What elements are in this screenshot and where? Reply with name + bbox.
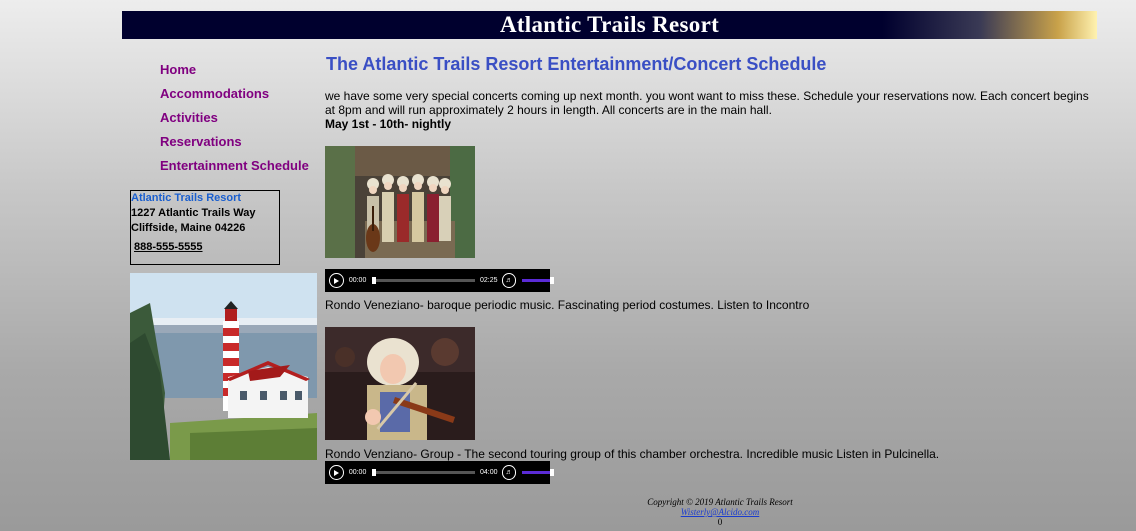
nav-accommodations-link[interactable]: Accommodations (160, 86, 309, 110)
audio-player: 00:00 02:25 ♬ (325, 269, 554, 292)
site-title: Atlantic Trails Resort (499, 12, 720, 37)
seek-bar[interactable] (372, 277, 475, 284)
play-button[interactable] (329, 465, 344, 480)
nav-activities-link[interactable]: Activities (160, 110, 309, 134)
page-heading: The Atlantic Trails Resort Entertainment… (326, 54, 827, 74)
play-button[interactable] (329, 273, 344, 288)
address-box: Atlantic Trails Resort 1227 Atlantic Tra… (130, 190, 280, 265)
lighthouse-image (130, 273, 317, 460)
seek-bar[interactable] (372, 469, 475, 476)
duration: 04:00 (480, 469, 498, 476)
volume-icon[interactable]: ♬ (501, 465, 517, 480)
phone-link[interactable]: 888-555-5555 (131, 240, 279, 255)
nav-reservations-link[interactable]: Reservations (160, 134, 309, 158)
footer: Copyright © 2019 Atlantic Trails Resort … (600, 497, 840, 527)
resort-name: Atlantic Trails Resort (131, 192, 242, 204)
intro-text: we have some very special concerts comin… (325, 89, 1089, 117)
volume-slider[interactable] (522, 469, 554, 476)
site-banner: Atlantic Trails Resort (122, 11, 1097, 39)
audio-player: 00:00 04:00 ♬ (325, 461, 554, 484)
current-time: 00:00 (348, 277, 367, 284)
current-time: 00:00 (348, 469, 367, 476)
main-nav: Home Accommodations Activities Reservati… (160, 62, 309, 182)
visit-counter: 0 (717, 517, 723, 527)
volume-icon[interactable]: ♬ (501, 273, 517, 288)
concert-caption: Rondo Venziano- Group - The second touri… (325, 447, 940, 461)
orchestra-costume-photo (325, 146, 475, 258)
volume-slider[interactable] (522, 277, 554, 284)
nav-home-link[interactable]: Home (160, 62, 309, 86)
violinist-photo (325, 327, 475, 440)
email-link[interactable]: Wisterly@Alcido.com (600, 507, 840, 517)
street-address: 1227 Atlantic Trails Way (131, 207, 256, 219)
concert-dates: May 1st - 10th- nightly (325, 117, 452, 131)
concert-caption: Rondo Veneziano- baroque periodic music.… (325, 298, 810, 312)
nav-entertainment-link[interactable]: Entertainment Schedule (160, 158, 309, 182)
duration: 02:25 (480, 277, 498, 284)
copyright-text: Copyright © 2019 Atlantic Trails Resort (647, 497, 793, 507)
city-address: Cliffside, Maine 04226 (131, 222, 246, 234)
